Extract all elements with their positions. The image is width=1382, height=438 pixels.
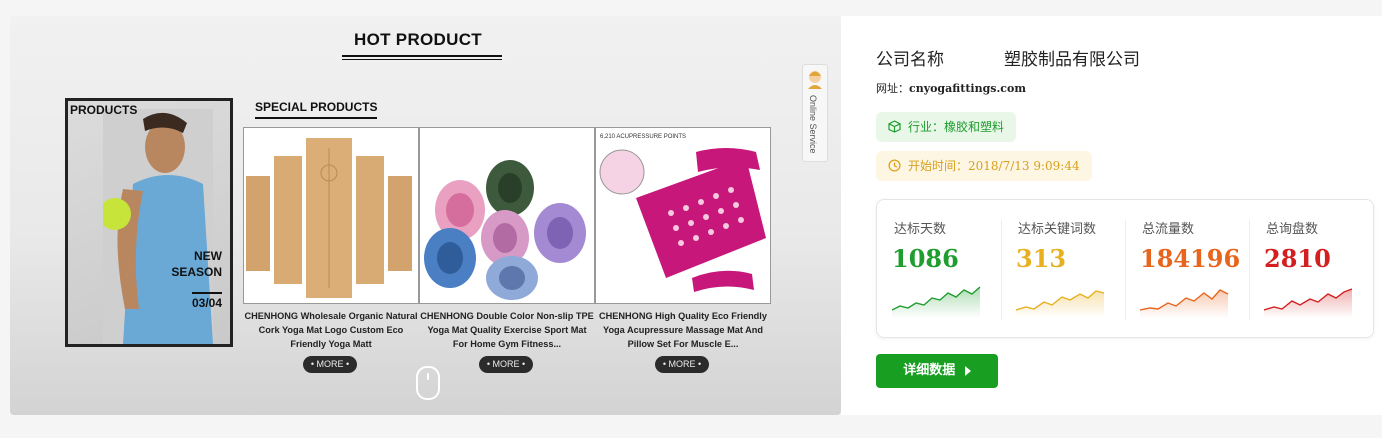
stat-value: 1086 [892,244,959,273]
tpe-yoga-mat-image [420,128,594,303]
clock-icon [888,159,901,172]
industry-tag: 行业：橡胶和塑料 [876,112,1017,142]
product-card-acupressure-mat[interactable]: 6,210 ACUPRESSURE POINTS [595,127,771,304]
stat-qualified-days: 达标天数 1086 [877,200,1001,337]
more-button-tpe-mat[interactable]: • MORE • [479,356,533,373]
stats-panel: 达标天数 1086 达标关键词数 313 总流量数 184196 总询盘数 28… [876,199,1374,338]
product-caption-acupressure-mat: CHENHONG High Quality Eco Friendly Yoga … [599,311,767,349]
stat-label: 达标关键词数 [1018,222,1097,237]
company-name-redacted [944,47,1004,65]
more-button-acupressure-mat[interactable]: • MORE • [655,356,709,373]
cube-icon [888,120,901,133]
more-button-cork-mat[interactable]: • MORE • [303,356,357,373]
stat-total-inquiries: 总询盘数 2810 [1249,200,1373,337]
trend-sparkline-orange [1140,289,1229,318]
promo-season-text: SEASON [171,265,222,279]
online-service-label: Online Service [808,95,818,154]
special-products-title: SPECIAL PRODUCTS [255,100,378,119]
product-caption-tpe-mat: CHENHONG Double Color Non-slip TPE Yoga … [420,311,594,349]
service-agent-icon [808,71,822,89]
company-name: 公司名称 塑胶制品有限公司 [876,45,1140,70]
stat-value: 2810 [1264,244,1331,273]
stat-qualified-keywords: 达标关键词数 313 [1001,200,1125,337]
trend-sparkline-red [1264,288,1353,318]
start-time-text: 开始时间：2018/7/13 9:09:44 [908,159,1080,173]
product-caption-cork-mat: CHENHONG Wholesale Organic Natural Cork … [244,311,418,349]
acupressure-mat-image: 6,210 ACUPRESSURE POINTS [596,128,770,303]
stat-label: 达标天数 [894,222,947,237]
company-name-prefix: 公司名称 [876,50,944,70]
trend-sparkline-yellow [1016,290,1105,318]
detail-data-button[interactable]: 详细数据 [876,354,998,388]
stat-value: 184196 [1140,244,1241,273]
stat-value: 313 [1016,244,1067,273]
cork-yoga-mat-image [244,128,418,303]
scroll-mouse-icon [416,366,440,400]
online-service-tab[interactable]: Online Service [802,64,828,162]
product-card-tpe-mat[interactable] [419,127,595,304]
stat-label: 总询盘数 [1266,222,1319,237]
acupressure-points-label: 6,210 ACUPRESSURE POINTS [600,134,686,140]
promo-label: PRODUCTS [70,103,138,117]
hot-product-title: HOT PRODUCT [342,30,502,60]
company-info-card: 公司名称 塑胶制品有限公司 网址：cnyogafittings.com 行业：橡胶… [841,16,1382,415]
start-time-tag: 开始时间：2018/7/13 9:09:44 [876,151,1092,181]
promo-date: 03/04 [191,292,222,310]
play-triangle-icon [964,365,971,376]
store-showcase-image: HOT PRODUCT PRODUCTS NEW SEASON 03/04 SP… [10,16,841,415]
trend-sparkline-green [892,286,981,318]
stat-total-traffic: 总流量数 184196 [1125,200,1249,337]
website-label: 网址： [876,82,909,95]
industry-text: 行业：橡胶和塑料 [908,120,1005,134]
stat-label: 总流量数 [1142,222,1195,237]
promo-new-text: NEW [194,249,222,263]
website-link[interactable]: cnyogafittings.com [909,82,1026,95]
product-card-cork-mat[interactable] [243,127,419,304]
detail-data-label: 详细数据 [903,363,956,378]
company-website: 网址：cnyogafittings.com [876,80,1026,96]
promo-banner[interactable]: PRODUCTS NEW SEASON 03/04 [65,98,233,347]
company-name-suffix: 塑胶制品有限公司 [1004,50,1140,70]
